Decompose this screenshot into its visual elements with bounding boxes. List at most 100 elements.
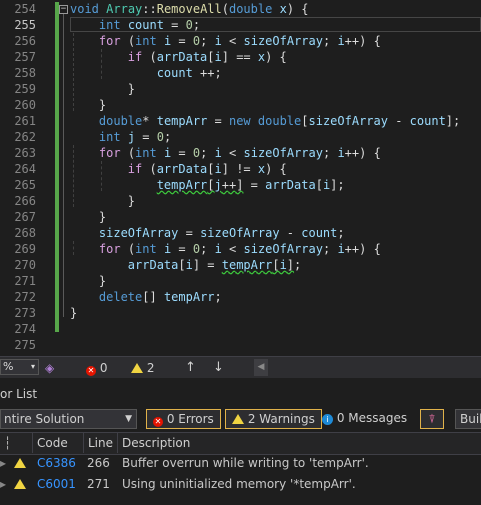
code-text: int j = 0; [70, 129, 171, 145]
code-token: ; [294, 258, 302, 272]
arrow-down-icon[interactable]: ↓ [213, 360, 224, 376]
row-expander-icon: ▸ [0, 456, 7, 470]
code-line[interactable]: 255 int count = 0; [0, 17, 481, 33]
arrow-up-icon[interactable]: ↑ [185, 360, 196, 376]
column-description[interactable]: Description [117, 433, 481, 453]
row-code-link[interactable]: C6001 [37, 474, 76, 495]
row-expander-icon: ▸ [0, 477, 7, 491]
code-line[interactable]: 274 [0, 321, 481, 337]
code-token: :: [142, 2, 157, 16]
scope-dropdown[interactable]: ntire Solution ▼ [0, 409, 137, 429]
code-token: = [163, 18, 186, 32]
indent-guide [101, 161, 102, 191]
table-row[interactable]: ▸ C6001 271 Using uninitialized memory '… [0, 474, 481, 495]
code-token: ) { [265, 162, 287, 176]
code-token: sizeOfArray [200, 226, 280, 240]
line-number: 273 [14, 306, 36, 320]
code-token: delete [98, 290, 143, 304]
code-line[interactable]: 268 sizeOfArray = sizeOfArray - count; [0, 225, 481, 241]
code-token: < [221, 242, 244, 256]
row-code-link[interactable]: C6386 [37, 453, 76, 474]
scroll-left-button[interactable]: ◀ [254, 359, 268, 376]
code-token: ; [322, 34, 338, 48]
code-token: tempArr [163, 290, 215, 304]
code-line[interactable]: 261 double* tempArr = new double[sizeOfA… [0, 113, 481, 129]
code-token: if [127, 162, 143, 176]
code-token: ; [163, 130, 172, 144]
error-count: 0 [99, 361, 108, 375]
column-code[interactable]: Code [32, 433, 85, 453]
row-line: 266 [87, 456, 110, 470]
code-token: [ [207, 162, 215, 176]
line-number: 262 [14, 130, 36, 144]
scope-value: ntire Solution [4, 412, 85, 426]
code-token: ; [322, 242, 338, 256]
build-filter-dropdown[interactable]: Buil [455, 409, 481, 429]
sort-indicator: ┆ [4, 436, 12, 450]
warning-icon [14, 479, 26, 489]
errors-filter-button[interactable]: ✕ 0 Errors [146, 409, 221, 429]
code-token: [ [272, 258, 280, 272]
code-token: tempArr [156, 178, 208, 192]
code-token: [ [315, 178, 323, 192]
code-token: ]; [330, 178, 345, 192]
column-line[interactable]: Line [83, 433, 118, 453]
code-token: - [279, 226, 302, 240]
warnings-filter-button[interactable]: 2 Warnings [225, 409, 322, 429]
code-line[interactable]: 262 int j = 0; [0, 129, 481, 145]
code-text: count ++; [70, 65, 222, 81]
code-token: arrData [156, 50, 208, 64]
code-token: sizeOfArray [243, 146, 323, 160]
code-text: } [70, 193, 135, 209]
code-token: ] = [192, 258, 222, 272]
code-token: i [185, 258, 193, 272]
code-line[interactable]: 272 delete[] tempArr; [0, 289, 481, 305]
code-token: i [337, 146, 345, 160]
editor-status-bar: % ▾ ◈ ✕ 0 2 ↑ ↓ ◀ [0, 356, 481, 379]
code-token: ++) { [344, 34, 381, 48]
row-warning-marker [14, 453, 26, 474]
warning-indicator[interactable]: 2 [131, 360, 154, 376]
table-row[interactable]: ▸ C6386 266 Buffer overrun while writing… [0, 453, 481, 474]
code-token: = [171, 146, 193, 160]
code-editor[interactable]: − 254 void Array::RemoveAll(double x) {25… [0, 0, 481, 356]
code-text: double* tempArr = new double[sizeOfArray… [70, 113, 460, 129]
code-token: for [98, 34, 121, 48]
code-token: } [70, 210, 107, 224]
code-line[interactable]: 254 void Array::RemoveAll(double x) { [0, 1, 481, 17]
code-line[interactable]: 273} [0, 305, 481, 321]
code-token: * [142, 114, 157, 128]
code-token: ++; [192, 66, 222, 80]
warning-icon [232, 414, 244, 424]
code-line[interactable]: 275 [0, 337, 481, 353]
code-token: [ [207, 178, 215, 192]
code-text: sizeOfArray = sizeOfArray - count; [70, 225, 345, 241]
code-token: ] == [221, 50, 258, 64]
error-icon: ✕ [86, 366, 96, 376]
intellicode-icon[interactable]: ◈ [45, 360, 54, 376]
code-token: [ [301, 114, 309, 128]
messages-filter-button[interactable]: i 0 Messages [322, 409, 407, 429]
line-number: 254 [14, 2, 36, 16]
row-warning-marker [14, 474, 26, 495]
filter-button[interactable]: ⍒ [420, 409, 444, 429]
code-line[interactable]: 267 } [0, 209, 481, 225]
code-line[interactable]: 271 } [0, 273, 481, 289]
code-token: RemoveAll [156, 2, 222, 16]
error-indicator[interactable]: ✕ 0 [86, 360, 107, 376]
code-line[interactable]: 270 arrData[i] = tempArr[i]; [0, 257, 481, 273]
warnings-filter-label: 2 Warnings [247, 412, 315, 426]
zoom-select[interactable]: % ▾ [0, 359, 39, 375]
row-description: Using uninitialized memory '*tempArr'. [122, 477, 356, 491]
code-token: count [409, 114, 446, 128]
code-text: for (int i = 0; i < sizeOfArray; i++) { [70, 145, 381, 161]
line-number: 270 [14, 258, 36, 272]
